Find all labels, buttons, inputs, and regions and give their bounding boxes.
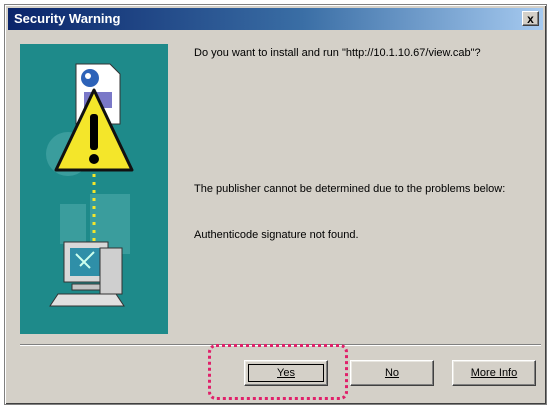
- install-question-text: Do you want to install and run "http://1…: [194, 47, 481, 59]
- publisher-problem-text: The publisher cannot be determined due t…: [194, 183, 506, 195]
- window-title: Security Warning: [14, 11, 121, 26]
- no-button-label: No: [384, 367, 400, 379]
- security-banner: [20, 44, 168, 334]
- computer-icon: [49, 241, 125, 307]
- more-info-button[interactable]: More Info: [452, 360, 536, 386]
- more-info-button-label: More Info: [470, 367, 518, 379]
- no-button[interactable]: No: [350, 360, 434, 386]
- warning-triangle-icon: [54, 88, 134, 172]
- security-warning-icon: [46, 63, 134, 307]
- authenticode-error-text: Authenticode signature not found.: [194, 229, 359, 241]
- yes-button-highlight: [208, 344, 348, 400]
- title-bar[interactable]: Security Warning x: [8, 8, 543, 30]
- close-button[interactable]: x: [522, 11, 539, 26]
